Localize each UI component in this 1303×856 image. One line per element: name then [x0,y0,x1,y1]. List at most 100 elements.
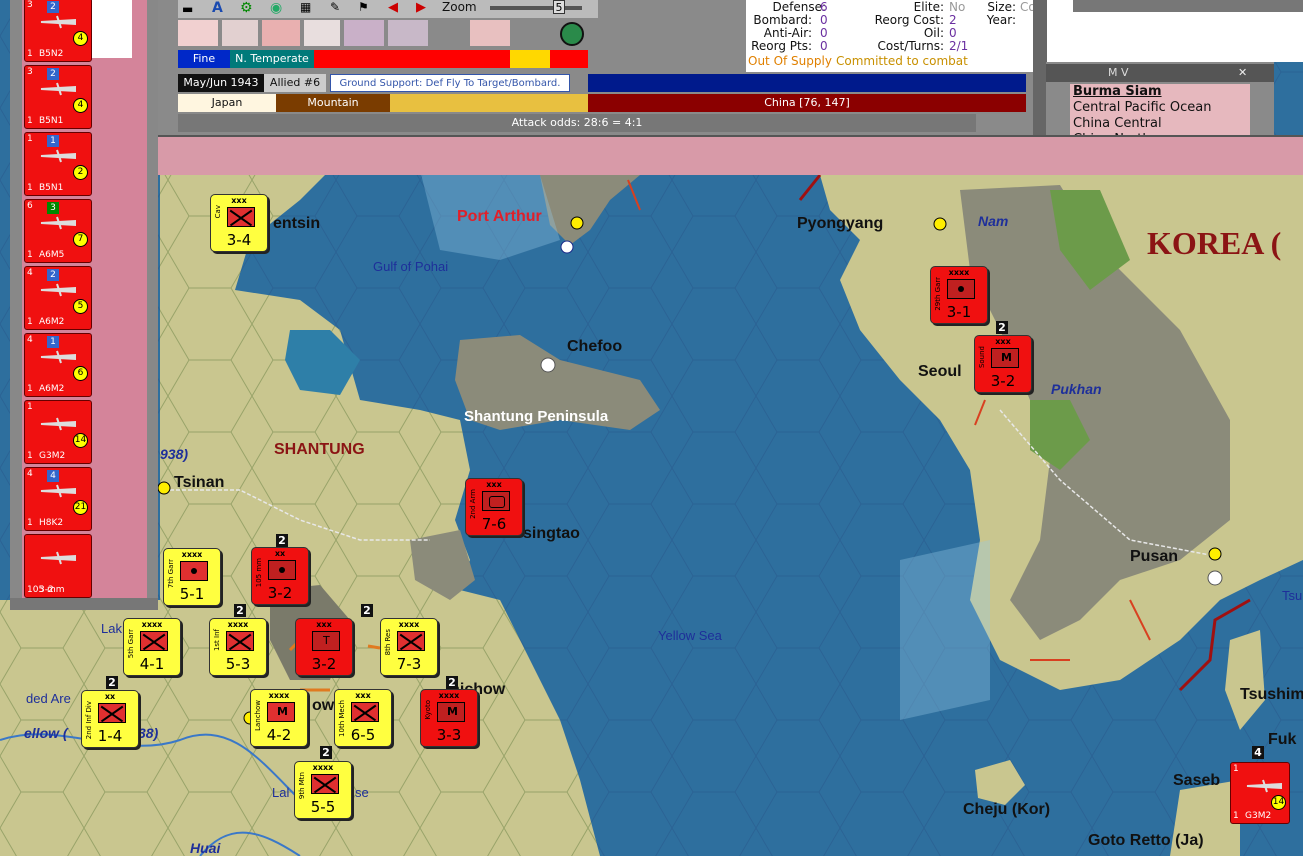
map-label: Fuk [1268,731,1297,748]
bombard-label: Bombard: [753,13,812,27]
flag-tool-icon[interactable]: ▦ [300,0,311,14]
flag-china-icon[interactable] [344,20,384,46]
air-unit-badge: 4 [47,470,59,482]
air-unit-counter[interactable]: 6 3 7 A6M5 1 [24,199,92,263]
unit-size: xxxx [268,691,290,700]
air-panel-scrollbar[interactable] [10,598,158,610]
globe-icon[interactable]: ◉ [270,0,282,16]
map-label: Huai [190,840,221,856]
mission-label[interactable]: Ground Support: Def Fly To Target/Bombar… [330,74,570,92]
map-label: Yellow Sea [658,628,722,643]
unit-counter[interactable]: xxx 10th Mech 6-5 [334,689,392,747]
reorg-pts-label: Reorg Pts: [751,39,812,53]
plane-icon [40,484,76,498]
plane-icon [1246,779,1282,793]
unit-counter[interactable]: xxxx Kyoto 3-3 [420,689,478,747]
unit-size: xxxx [948,268,970,277]
map-label: Tsinan [174,474,225,491]
unit-counter[interactable]: xxxx 29th Garr 3-1 [930,266,988,324]
air-unit-bottom: 105 mm [27,585,65,595]
unit-strength: 3-1 [946,303,972,321]
air-unit-counter[interactable]: 3-2 105 mm [24,534,92,598]
toolbar: ▬ A ⚙ ◉ ▦ ✎ ⚑ ◀ ▶ Zoom 5 [178,0,598,18]
map-label: se [355,785,369,800]
air-unit-counter[interactable]: 1 14 G3M2 1 [1230,762,1290,824]
stack-count: 4 [1252,746,1264,759]
air-unit-badge: 2 [47,68,59,80]
unit-counter[interactable]: xxxx 5th Garr 4-1 [123,618,181,676]
gear-icon[interactable]: ⚙ [240,0,253,16]
mv-list-item[interactable]: Central Pacific Ocean [1070,100,1250,116]
unit-counter[interactable]: xx 105 mm 3-2 [251,547,309,605]
air-unit-counter[interactable]: 1 1 2 B5N1 1 [24,132,92,196]
turn-label: Allied #6 [264,74,326,92]
arrow-right-icon[interactable]: ▶ [416,0,426,15]
unit-type-icon [397,631,425,651]
unit-counter[interactable]: xx 2nd Inf Div 1-4 [81,690,139,748]
unit-size: xxxx [398,620,420,629]
mv-list-item[interactable]: China Central [1070,116,1250,132]
flag-cross-icon[interactable] [222,20,258,46]
unit-counter[interactable]: xxxx 9th Mtn 5-5 [294,761,352,819]
pen-icon[interactable]: ✎ [330,0,340,14]
target-icon[interactable] [560,22,584,46]
unit-counter[interactable]: xxx 3-2 [295,618,353,676]
unit-type-icon [98,703,126,723]
unit-type-icon [312,631,340,651]
map-label: ellow ( [24,725,68,741]
air-unit-counter[interactable]: 1 14 G3M2 1 [24,400,92,464]
unit-size: xxx [316,620,332,629]
close-icon[interactable]: ✕ [1238,64,1247,82]
air-unit-name: B5N1 [39,183,64,193]
unit-type-icon [947,279,975,299]
scrollbar-top[interactable] [1073,0,1303,12]
right-scroll-area [1033,0,1303,62]
font-icon[interactable]: A [212,0,223,16]
arrow-left-icon[interactable]: ◀ [388,0,398,15]
unit-strength: 6-5 [350,726,376,744]
unit-counter[interactable]: xxxx 7th Garr 5-1 [163,548,221,606]
air-unit-bottom: 1 [27,250,33,260]
unit-strength: 3-4 [226,231,252,249]
unit-counter[interactable]: xxx Sound 3-2 [974,335,1032,393]
unit-counter[interactable]: xxx 2nd Arm 7-6 [465,478,523,536]
stack-count: 2 [996,321,1008,334]
map-label: Gulf of Pohai [373,259,449,274]
mv-titlebar[interactable]: M V ✕ [1046,64,1274,82]
air-unit-counter[interactable]: 3 2 4 B5N2 1 [24,0,92,62]
flag-generic-icon[interactable] [304,20,340,46]
unit-counter[interactable]: xxxx 1st Inf 5-3 [209,618,267,676]
air-unit-counter[interactable]: 4 1 6 A6M2 1 [24,333,92,397]
elite-value: No [949,0,966,14]
unit-counter[interactable]: xxx Cav 3-4 [210,194,268,252]
air-unit-counter[interactable]: 4 2 5 A6M2 1 [24,266,92,330]
flag-usa-icon[interactable] [470,20,510,46]
unit-counter[interactable]: xxxx 8th Res 7-3 [380,618,438,676]
air-unit-counter[interactable]: 4 4 21 H8K2 1 [24,467,92,531]
map-label: singtao [523,525,580,542]
map-label: Shantung Peninsula [464,408,609,425]
zoom-slider[interactable] [490,6,582,10]
nation-flags [178,20,588,48]
year-label: Year: [986,13,1016,27]
stack-count: 2 [361,604,373,617]
unit-strength: 4-2 [266,726,292,744]
reorg-cost-label: Reorg Cost: [874,13,944,27]
flag-icon[interactable]: ⚑ [358,0,369,14]
unit-size: xxx [355,691,371,700]
oil-value: 0 [949,26,957,40]
unit-name: 105 mm [255,558,263,588]
unit-size: xxxx [227,620,249,629]
air-unit-top: 3 [27,0,33,10]
mv-list-item[interactable]: Burma Siam [1070,84,1250,100]
right-border [1033,0,1047,150]
flag-rising-sun-icon[interactable] [262,20,300,46]
air-unit-counter[interactable]: 3 2 4 B5N1 1 [24,65,92,129]
tank-icon[interactable]: ▬ [182,2,193,16]
flag-japan-icon[interactable] [178,20,218,46]
unit-counter[interactable]: xxxxLanchow4-2 [250,689,308,747]
unit-type-icon [311,774,339,794]
plane-icon [40,82,76,96]
flag-uk-icon[interactable] [388,20,428,46]
unit-type-icon [268,560,296,580]
